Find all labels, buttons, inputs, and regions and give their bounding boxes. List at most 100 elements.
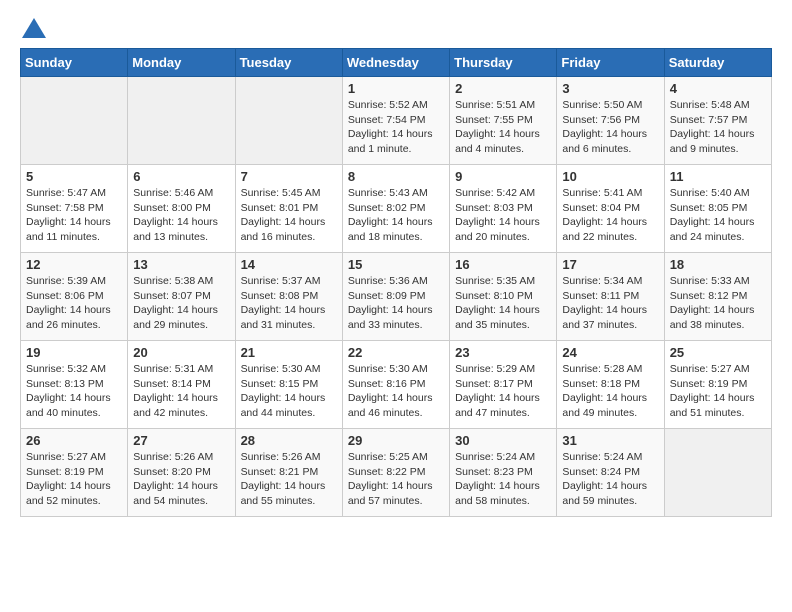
day-info-line: and 40 minutes. — [26, 406, 122, 421]
day-info-line: Daylight: 14 hours — [26, 215, 122, 230]
day-info-line: and 38 minutes. — [670, 318, 766, 333]
calendar-cell: 16Sunrise: 5:35 AMSunset: 8:10 PMDayligh… — [450, 253, 557, 341]
page-header — [20, 20, 772, 38]
day-info-line: Sunrise: 5:27 AM — [670, 362, 766, 377]
calendar-cell — [21, 77, 128, 165]
day-number: 2 — [455, 81, 551, 96]
column-header-thursday: Thursday — [450, 49, 557, 77]
day-info-line: Sunrise: 5:24 AM — [455, 450, 551, 465]
day-info-line: and 42 minutes. — [133, 406, 229, 421]
calendar-cell: 28Sunrise: 5:26 AMSunset: 8:21 PMDayligh… — [235, 429, 342, 517]
calendar-cell: 5Sunrise: 5:47 AMSunset: 7:58 PMDaylight… — [21, 165, 128, 253]
calendar-cell: 31Sunrise: 5:24 AMSunset: 8:24 PMDayligh… — [557, 429, 664, 517]
day-info-line: Daylight: 14 hours — [26, 391, 122, 406]
day-info-line: Daylight: 14 hours — [133, 215, 229, 230]
day-info-line: Sunrise: 5:42 AM — [455, 186, 551, 201]
logo — [20, 20, 46, 38]
day-info-line: Sunrise: 5:29 AM — [455, 362, 551, 377]
day-info-line: and 4 minutes. — [455, 142, 551, 157]
day-number: 1 — [348, 81, 444, 96]
calendar-cell — [664, 429, 771, 517]
calendar-table: SundayMondayTuesdayWednesdayThursdayFrid… — [20, 48, 772, 517]
day-info-line: Sunset: 8:16 PM — [348, 377, 444, 392]
day-info-line: Sunrise: 5:51 AM — [455, 98, 551, 113]
day-info-line: Sunrise: 5:50 AM — [562, 98, 658, 113]
day-info-line: Daylight: 14 hours — [455, 127, 551, 142]
day-info-line: and 37 minutes. — [562, 318, 658, 333]
day-info-line: Daylight: 14 hours — [348, 479, 444, 494]
day-info-line: Daylight: 14 hours — [562, 127, 658, 142]
calendar-cell: 14Sunrise: 5:37 AMSunset: 8:08 PMDayligh… — [235, 253, 342, 341]
day-info-line: Sunrise: 5:38 AM — [133, 274, 229, 289]
day-info-line: and 20 minutes. — [455, 230, 551, 245]
day-info-line: and 22 minutes. — [562, 230, 658, 245]
calendar-cell: 11Sunrise: 5:40 AMSunset: 8:05 PMDayligh… — [664, 165, 771, 253]
day-info-line: Sunrise: 5:25 AM — [348, 450, 444, 465]
day-info-line: Daylight: 14 hours — [562, 479, 658, 494]
day-info-line: Sunset: 8:13 PM — [26, 377, 122, 392]
day-info-line: and 35 minutes. — [455, 318, 551, 333]
day-info-line: Sunrise: 5:37 AM — [241, 274, 337, 289]
day-info-line: and 55 minutes. — [241, 494, 337, 509]
calendar-cell: 12Sunrise: 5:39 AMSunset: 8:06 PMDayligh… — [21, 253, 128, 341]
calendar-cell: 30Sunrise: 5:24 AMSunset: 8:23 PMDayligh… — [450, 429, 557, 517]
day-info-line: Sunrise: 5:41 AM — [562, 186, 658, 201]
day-info-line: Sunrise: 5:47 AM — [26, 186, 122, 201]
day-info-line: Daylight: 14 hours — [241, 391, 337, 406]
day-info-line: Sunset: 8:04 PM — [562, 201, 658, 216]
day-number: 3 — [562, 81, 658, 96]
day-info-line: and 29 minutes. — [133, 318, 229, 333]
day-info-line: Daylight: 14 hours — [670, 303, 766, 318]
day-info-line: Daylight: 14 hours — [241, 303, 337, 318]
calendar-cell: 25Sunrise: 5:27 AMSunset: 8:19 PMDayligh… — [664, 341, 771, 429]
day-info-line: Daylight: 14 hours — [562, 215, 658, 230]
calendar-cell: 23Sunrise: 5:29 AMSunset: 8:17 PMDayligh… — [450, 341, 557, 429]
column-header-sunday: Sunday — [21, 49, 128, 77]
day-info-line: Sunset: 8:23 PM — [455, 465, 551, 480]
calendar-cell: 26Sunrise: 5:27 AMSunset: 8:19 PMDayligh… — [21, 429, 128, 517]
day-info-line: Sunrise: 5:31 AM — [133, 362, 229, 377]
day-info-line: Sunrise: 5:27 AM — [26, 450, 122, 465]
day-info-line: Sunset: 8:05 PM — [670, 201, 766, 216]
day-info-line: Sunset: 8:03 PM — [455, 201, 551, 216]
column-header-monday: Monday — [128, 49, 235, 77]
day-number: 28 — [241, 433, 337, 448]
day-info-line: Sunrise: 5:26 AM — [133, 450, 229, 465]
day-info-line: and 1 minute. — [348, 142, 444, 157]
day-number: 20 — [133, 345, 229, 360]
day-number: 25 — [670, 345, 766, 360]
day-info-line: and 51 minutes. — [670, 406, 766, 421]
day-number: 6 — [133, 169, 229, 184]
column-header-friday: Friday — [557, 49, 664, 77]
day-info-line: Sunrise: 5:34 AM — [562, 274, 658, 289]
day-info-line: Sunset: 8:19 PM — [670, 377, 766, 392]
day-info-line: Sunset: 7:55 PM — [455, 113, 551, 128]
calendar-cell: 6Sunrise: 5:46 AMSunset: 8:00 PMDaylight… — [128, 165, 235, 253]
day-info-line: Daylight: 14 hours — [562, 303, 658, 318]
calendar-week-5: 26Sunrise: 5:27 AMSunset: 8:19 PMDayligh… — [21, 429, 772, 517]
day-info-line: Daylight: 14 hours — [133, 303, 229, 318]
day-info-line: Sunset: 8:15 PM — [241, 377, 337, 392]
day-info-line: and 58 minutes. — [455, 494, 551, 509]
day-info-line: Daylight: 14 hours — [348, 127, 444, 142]
day-info-line: and 59 minutes. — [562, 494, 658, 509]
day-info-line: Daylight: 14 hours — [133, 479, 229, 494]
day-info-line: and 24 minutes. — [670, 230, 766, 245]
calendar-cell: 21Sunrise: 5:30 AMSunset: 8:15 PMDayligh… — [235, 341, 342, 429]
calendar-cell: 10Sunrise: 5:41 AMSunset: 8:04 PMDayligh… — [557, 165, 664, 253]
calendar-cell: 3Sunrise: 5:50 AMSunset: 7:56 PMDaylight… — [557, 77, 664, 165]
day-number: 13 — [133, 257, 229, 272]
day-number: 9 — [455, 169, 551, 184]
day-info-line: Daylight: 14 hours — [26, 479, 122, 494]
day-info-line: and 57 minutes. — [348, 494, 444, 509]
day-info-line: Sunrise: 5:40 AM — [670, 186, 766, 201]
calendar-cell — [235, 77, 342, 165]
calendar-week-3: 12Sunrise: 5:39 AMSunset: 8:06 PMDayligh… — [21, 253, 772, 341]
calendar-cell: 24Sunrise: 5:28 AMSunset: 8:18 PMDayligh… — [557, 341, 664, 429]
calendar-week-1: 1Sunrise: 5:52 AMSunset: 7:54 PMDaylight… — [21, 77, 772, 165]
day-info-line: Sunset: 7:58 PM — [26, 201, 122, 216]
day-info-line: Sunrise: 5:30 AM — [241, 362, 337, 377]
day-number: 23 — [455, 345, 551, 360]
day-info-line: Sunrise: 5:52 AM — [348, 98, 444, 113]
column-header-wednesday: Wednesday — [342, 49, 449, 77]
